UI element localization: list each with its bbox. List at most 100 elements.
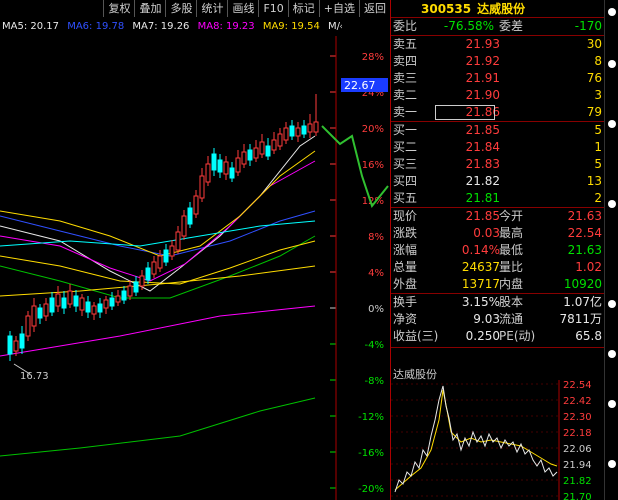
order-book-row[interactable]: 买五 21.81 2	[391, 190, 604, 207]
stat-label: 涨幅	[393, 243, 418, 257]
candle-body	[259, 141, 265, 155]
level-label: 买一	[393, 123, 418, 137]
candle-body	[187, 207, 193, 225]
level-label: 卖一	[393, 105, 418, 119]
indicator-dot[interactable]	[608, 350, 616, 358]
candle-body	[247, 149, 253, 161]
indicator-dot[interactable]	[608, 400, 616, 408]
kline-chart[interactable]: 28% 24% 20% 16% 12% 8% 4% 0% -4% -8% -12% -16% -20% …	[0, 36, 390, 500]
draw-line-button[interactable]: 画线	[227, 0, 258, 17]
stock-terminal: 复权 叠加 多股 统计 画线 F10 标记 +自选 返回 MA5: 20.17 …	[0, 0, 618, 500]
f10-button[interactable]: F10	[258, 0, 287, 17]
order-book-row[interactable]: 买四 21.82 13	[391, 173, 604, 190]
stat-row: 现价 21.85 今开 21.63	[391, 208, 604, 225]
order-book-row[interactable]: 买二 21.84 1	[391, 139, 604, 156]
selection-box	[435, 105, 495, 120]
stat-row: 总量 24637 量比 1.02	[391, 259, 604, 276]
ask-book: 卖五 21.93 30 卖四 21.92 8 卖三 21.91 76 卖二 21.90 3 卖一 21.8…	[391, 36, 604, 121]
stat-value: 0.250	[465, 329, 500, 343]
indicator-dot[interactable]	[608, 300, 616, 308]
candle-body	[175, 231, 181, 251]
level-volume: 79	[586, 105, 602, 119]
stat-row: 外盘 13717 内盘 10920	[391, 276, 604, 293]
low-marker: 16.73	[20, 371, 49, 382]
candle-body	[139, 275, 145, 287]
level-volume: 76	[586, 71, 602, 85]
order-book-row[interactable]: 买三 21.83 5	[391, 156, 604, 173]
overlay-button[interactable]: 叠加	[134, 0, 165, 17]
candle-body	[31, 305, 37, 327]
diff-value: -170	[574, 19, 602, 33]
axis-tick-label: -16%	[358, 448, 384, 459]
mini-price-label: 22.54	[563, 380, 592, 391]
order-book-row[interactable]: 卖四 21.92 8	[391, 53, 604, 70]
percent-axis: 28%24%20%16%12%8%4%0%-4%-8%-12%-16%-20%	[330, 36, 384, 500]
stat-value: 21.85	[465, 209, 500, 223]
candle-body	[61, 297, 67, 309]
stat-label: 外盘	[393, 277, 418, 291]
mark-button[interactable]: 标记	[287, 0, 319, 17]
bid-book: 买一 21.85 5 买二 21.84 1 买三 21.83 5 买四 21.82 13 买五 21.81…	[391, 122, 604, 207]
statistics-button[interactable]: 统计	[196, 0, 227, 17]
level-price: 21.84	[465, 140, 500, 154]
order-book-row[interactable]: 卖二 21.90 3	[391, 87, 604, 104]
candle-body	[25, 315, 31, 337]
order-book-row[interactable]: 买一 21.85 5	[391, 122, 604, 139]
restore-rights-button[interactable]: 复权	[103, 0, 134, 17]
axis-tick-label: 20%	[362, 124, 384, 135]
price-tag: 22.67	[344, 79, 376, 92]
stat-label: 换手	[393, 295, 418, 309]
multi-stock-button[interactable]: 多股	[165, 0, 196, 17]
candle-body	[55, 293, 61, 307]
order-book-row[interactable]: 卖一 21.86 79	[391, 104, 604, 121]
level-label: 卖三	[393, 71, 418, 85]
indicator-dot[interactable]	[608, 8, 616, 16]
candle-body	[37, 307, 43, 319]
candle-body	[313, 121, 319, 133]
candle-body	[223, 161, 229, 175]
candle-body	[67, 290, 73, 305]
indicator-dot[interactable]	[608, 460, 616, 468]
candle-body	[133, 281, 139, 293]
level-label: 卖二	[393, 88, 418, 102]
candle-body	[85, 301, 91, 313]
level-volume: 1	[594, 140, 602, 154]
stat-value: 13717	[461, 277, 500, 291]
moving-average-lines	[0, 135, 316, 457]
candle-body	[79, 297, 85, 311]
stat-value: 22.54	[567, 226, 602, 240]
indicator-dot[interactable]	[608, 120, 616, 128]
stat-label: 最低	[499, 243, 524, 257]
kline-canvas[interactable]: 28%24%20%16%12%8%4%0%-4%-8%-12%-16%-20% …	[0, 36, 390, 500]
level-label: 买三	[393, 157, 418, 171]
level-price: 21.92	[465, 54, 500, 68]
candle-body	[283, 127, 289, 141]
candle-body	[307, 123, 313, 133]
stat-value: 10920	[563, 277, 602, 291]
mini-price-label: 22.30	[563, 412, 592, 423]
axis-tick-label: -4%	[365, 340, 384, 351]
level-volume: 5	[594, 157, 602, 171]
candle-body	[217, 159, 223, 173]
ma-legend-item: M/◇	[328, 21, 342, 32]
stat-value: 24637	[461, 260, 500, 274]
candle-body	[19, 333, 25, 349]
indicator-dot[interactable]	[608, 200, 616, 208]
stat-label: 内盘	[499, 277, 524, 291]
back-button[interactable]: 返回	[359, 0, 390, 17]
candle-body	[235, 157, 241, 173]
axis-tick-label: 16%	[362, 160, 384, 171]
candle-body	[199, 175, 205, 199]
candle-body	[193, 195, 199, 215]
stat-label: 净资	[393, 312, 418, 326]
candle-body	[109, 297, 115, 307]
intraday-mini-chart[interactable]: 22.54 22.42 22.30 22.18 22.06 21.94 21.82 21.70	[391, 380, 605, 500]
candle-body	[265, 145, 271, 157]
indicator-dot[interactable]	[608, 60, 616, 68]
ma-line	[0, 150, 316, 257]
stat-label: 现价	[393, 209, 418, 223]
add-watchlist-button[interactable]: +自选	[318, 0, 359, 17]
order-book-row[interactable]: 卖五 21.93 30	[391, 36, 604, 53]
level-price: 21.90	[465, 88, 500, 102]
order-book-row[interactable]: 卖三 21.91 76	[391, 70, 604, 87]
